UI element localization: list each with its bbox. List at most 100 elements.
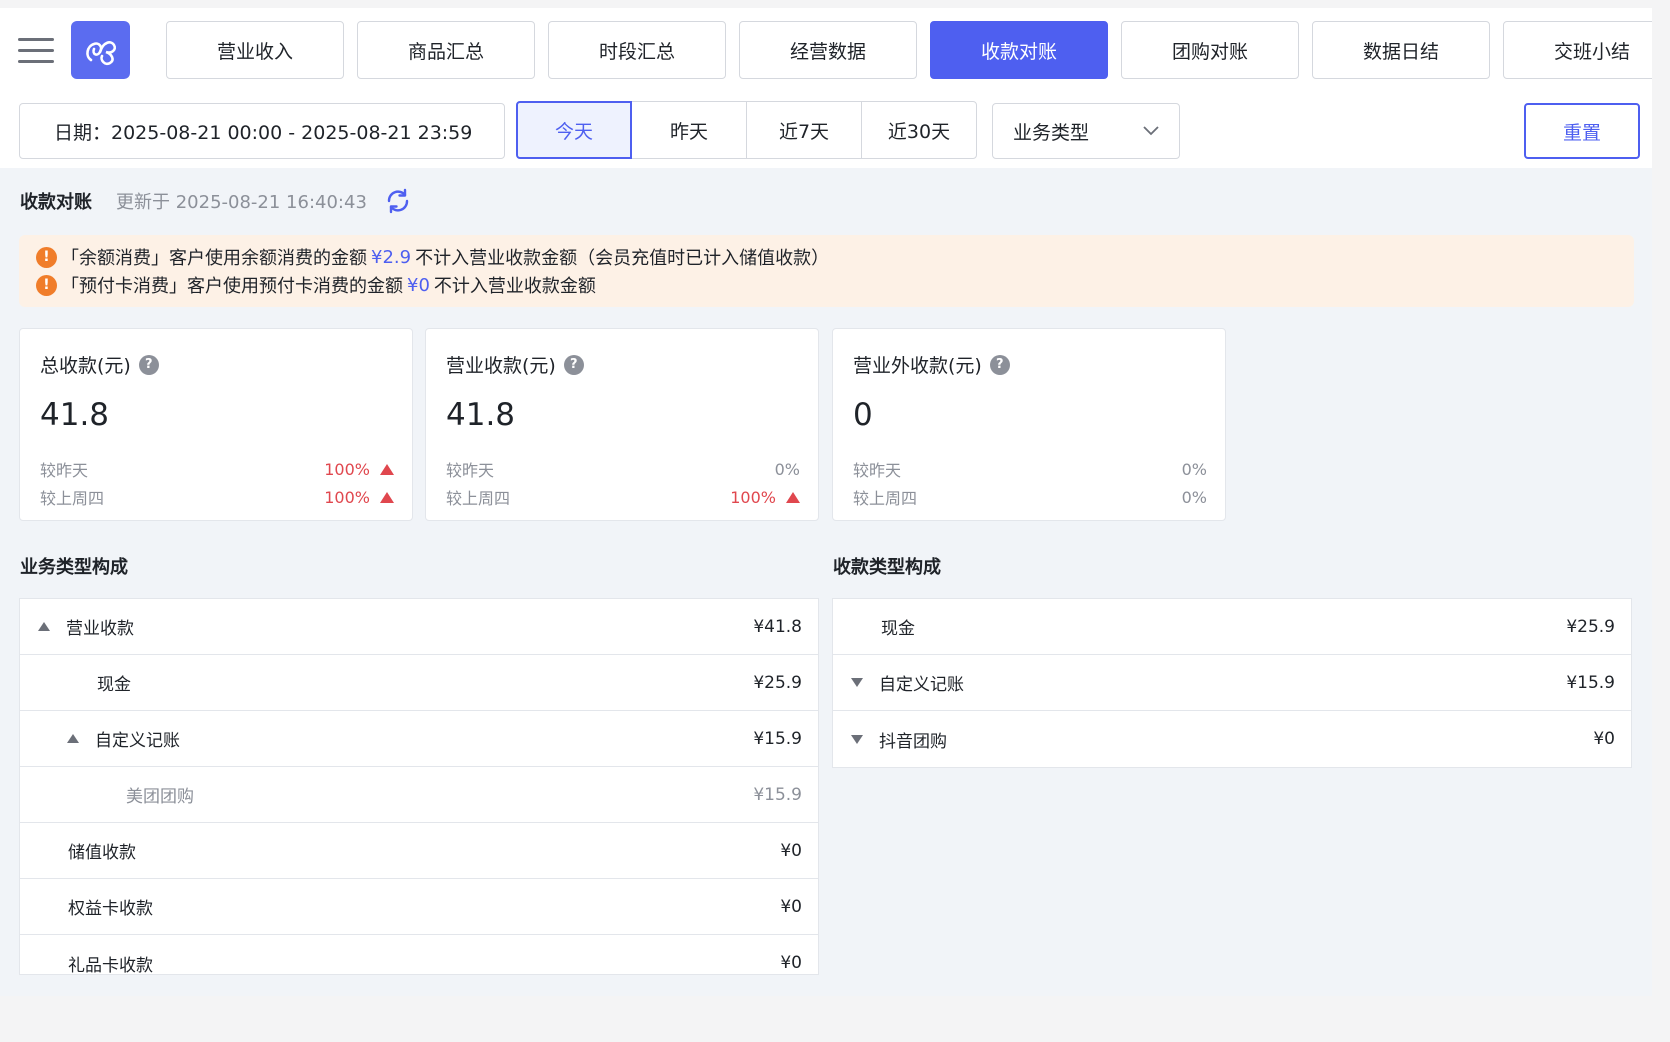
page-title: 收款对账	[20, 192, 92, 213]
updated-time: 更新于 2025-08-21 16:40:43	[116, 192, 367, 213]
compare-value: 100%	[730, 488, 800, 507]
business-composition-table: 营业收款 ¥41.8 现金 ¥25.9 自定义记账 ¥15.9 美团团购 ¥15…	[19, 598, 819, 975]
table-row: 权益卡收款 ¥0	[20, 879, 818, 935]
quick-7days-button[interactable]: 近7天	[746, 101, 862, 159]
table-row: 礼品卡收款 ¥0	[20, 935, 818, 975]
payment-composition-title: 收款类型构成	[833, 557, 941, 578]
compare-yesterday: 较昨天 0%	[446, 457, 800, 481]
trend-up-icon	[380, 491, 394, 503]
card-value: 0	[853, 397, 873, 433]
table-row: 现金 ¥25.9	[833, 599, 1631, 655]
card-title: 总收款(元)	[40, 355, 131, 377]
compare-yesterday: 较昨天 0%	[853, 457, 1207, 481]
collapse-icon[interactable]	[38, 622, 50, 631]
help-icon[interactable]: ?	[138, 354, 159, 375]
row-label: 美团团购	[126, 787, 194, 807]
notice-text: 「预付卡消费」客户使用预付卡消费的金额	[61, 276, 403, 297]
help-icon[interactable]: ?	[563, 354, 584, 375]
info-warning-icon: !	[36, 246, 57, 268]
tab-daily-settlement[interactable]: 数据日结	[1312, 21, 1490, 79]
compare-value: 100%	[324, 460, 394, 479]
row-label: 礼品卡收款	[68, 955, 153, 975]
table-row: 现金 ¥25.9	[20, 655, 818, 711]
row-amount: ¥25.9	[1566, 616, 1615, 637]
tab-group-buy-reconciliation[interactable]: 团购对账	[1121, 21, 1299, 79]
refresh-icon[interactable]	[385, 188, 411, 214]
compare-label: 较上周四	[446, 489, 511, 508]
row-amount: ¥0	[780, 840, 802, 861]
row-amount: ¥0	[1593, 729, 1615, 749]
notice-line-prepaid: ! 「预付卡消费」客户使用预付卡消费的金额 ¥0 不计入营业收款金额	[36, 271, 1634, 299]
tab-period-summary[interactable]: 时段汇总	[548, 21, 726, 79]
notice-text: 「余额消费」客户使用余额消费的金额	[61, 248, 367, 269]
expand-icon[interactable]	[851, 734, 863, 744]
table-row: 储值收款 ¥0	[20, 823, 818, 879]
notice-banner: ! 「余额消费」客户使用余额消费的金额 ¥2.9 不计入营业收款金额（会员充值时…	[19, 235, 1634, 307]
compare-label: 较昨天	[446, 461, 495, 480]
date-range-picker[interactable]: 日期：2025-08-21 00:00 - 2025-08-21 23:59	[19, 103, 505, 159]
reset-button[interactable]: 重置	[1524, 103, 1640, 159]
row-amount: ¥25.9	[753, 672, 802, 693]
row-label: 现金	[97, 675, 131, 695]
notice-line-balance: ! 「余额消费」客户使用余额消费的金额 ¥2.9 不计入营业收款金额（会员充值时…	[36, 243, 1634, 271]
row-label: 储值收款	[68, 843, 136, 863]
table-row: 美团团购 ¥15.9	[20, 767, 818, 823]
collapse-icon[interactable]	[67, 734, 79, 743]
quick-yesterday-button[interactable]: 昨天	[631, 101, 747, 159]
tab-operating-data[interactable]: 经营数据	[739, 21, 917, 79]
stat-card-non-operating: 营业外收款(元) ? 0 较昨天 0% 较上周四 0%	[832, 328, 1226, 521]
help-icon[interactable]: ?	[989, 354, 1010, 375]
table-row[interactable]: 自定义记账 ¥15.9	[833, 655, 1631, 711]
tab-shift-summary[interactable]: 交班小结	[1503, 21, 1652, 79]
compare-label: 较上周四	[853, 489, 918, 508]
row-label: 现金	[881, 619, 915, 639]
info-warning-icon: !	[36, 274, 57, 296]
notice-amount: ¥0	[407, 274, 430, 296]
card-title: 营业收款(元)	[446, 355, 556, 377]
table-row[interactable]: 营业收款 ¥41.8	[20, 599, 818, 655]
table-row[interactable]: 抖音团购 ¥0	[833, 711, 1631, 767]
compare-last-thursday: 较上周四 100%	[40, 485, 394, 509]
compare-label: 较上周四	[40, 489, 105, 508]
quick-today-button[interactable]: 今天	[516, 101, 632, 159]
table-row[interactable]: 自定义记账 ¥15.9	[20, 711, 818, 767]
tab-payment-reconciliation[interactable]: 收款对账	[930, 21, 1108, 79]
expand-icon[interactable]	[851, 678, 863, 687]
trend-up-icon	[786, 491, 800, 503]
quick-date-group: 今天 昨天 近7天 近30天	[516, 101, 977, 159]
row-amount: ¥15.9	[1566, 672, 1615, 693]
quick-30days-button[interactable]: 近30天	[861, 101, 977, 159]
row-label: 自定义记账	[879, 675, 964, 695]
row-label: 营业收款	[66, 619, 134, 639]
row-label: 抖音团购	[879, 731, 947, 752]
compare-value: 0%	[1181, 459, 1207, 479]
tab-product-summary[interactable]: 商品汇总	[357, 21, 535, 79]
tab-revenue[interactable]: 营业收入	[166, 21, 344, 79]
business-type-value: 业务类型	[1013, 121, 1090, 144]
compare-label: 较昨天	[853, 461, 902, 480]
business-type-select[interactable]: 业务类型	[992, 103, 1180, 159]
stat-card-operating: 营业收款(元) ? 41.8 较昨天 0% 较上周四 100%	[425, 328, 819, 521]
compare-label: 较昨天	[40, 461, 89, 480]
payment-composition-table: 现金 ¥25.9 自定义记账 ¥15.9 抖音团购 ¥0	[832, 598, 1632, 768]
row-label: 自定义记账	[95, 731, 180, 751]
compare-value: 100%	[324, 488, 394, 507]
date-range-text: 日期：2025-08-21 00:00 - 2025-08-21 23:59	[54, 121, 473, 144]
brand-logo-icon	[71, 21, 130, 79]
compare-value: 0%	[1181, 487, 1207, 507]
compare-yesterday: 较昨天 100%	[40, 457, 394, 481]
row-amount: ¥41.8	[753, 616, 802, 637]
stat-card-total: 总收款(元) ? 41.8 较昨天 100% 较上周四 100%	[19, 328, 413, 521]
compare-last-thursday: 较上周四 100%	[446, 485, 800, 509]
row-amount: ¥0	[780, 896, 802, 917]
report-nav-tabs: 营业收入 商品汇总 时段汇总 经营数据 收款对账 团购对账 数据日结 交班小结	[166, 21, 1652, 79]
compare-value: 0%	[774, 459, 800, 479]
notice-text: 不计入营业收款金额（会员充值时已计入储值收款）	[415, 248, 830, 269]
chevron-down-icon	[1143, 126, 1159, 136]
card-value: 41.8	[40, 397, 110, 433]
card-value: 41.8	[446, 397, 516, 433]
hamburger-menu-icon[interactable]	[18, 36, 56, 66]
app-root: 营业收入 商品汇总 时段汇总 经营数据 收款对账 团购对账 数据日结 交班小结 …	[0, 8, 1652, 996]
business-composition-title: 业务类型构成	[20, 557, 128, 578]
row-amount: ¥15.9	[753, 728, 802, 749]
